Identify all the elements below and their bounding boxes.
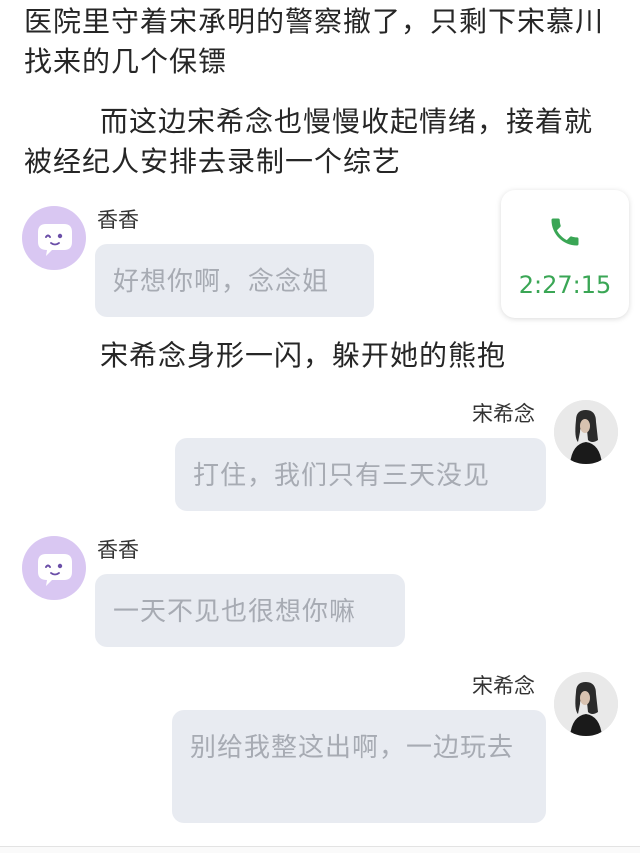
story-paragraph-2: 而这边宋希念也慢慢收起情绪，接着就被经纪人安排去录制一个综艺 [24, 105, 594, 178]
bottom-bar [0, 846, 640, 853]
avatar[interactable] [22, 206, 86, 270]
sender-name: 香香 [97, 538, 139, 562]
photo-avatar-icon [554, 400, 618, 464]
cartoon-avatar-icon [38, 224, 72, 256]
avatar[interactable] [554, 672, 618, 736]
sender-name: 宋希念 [472, 402, 535, 426]
cartoon-avatar-icon [38, 554, 72, 586]
sender-name: 香香 [97, 208, 139, 232]
message-bubble[interactable]: 一天不见也很想你嘛 [95, 574, 405, 647]
photo-avatar-icon [554, 672, 618, 736]
story-paragraph-1: 医院里守着宋承明的警察撤了，只剩下宋慕川找来的几个保镖 [24, 5, 605, 78]
call-duration: 2:27:15 [518, 271, 612, 299]
sender-name: 宋希念 [472, 674, 535, 698]
story-page: 医院里守着宋承明的警察撤了，只剩下宋慕川找来的几个保镖 而这边宋希念也慢慢收起情… [0, 0, 640, 853]
message-bubble[interactable]: 打住，我们只有三天没见 [175, 438, 546, 511]
story-paragraph-3: 宋希念身形一闪，躲开她的熊抱 [100, 339, 507, 372]
avatar[interactable] [554, 400, 618, 464]
call-duration-card[interactable]: 2:27:15 [501, 190, 629, 318]
avatar[interactable] [22, 536, 86, 600]
message-bubble[interactable]: 好想你啊，念念姐 [95, 244, 374, 317]
message-bubble[interactable]: 别给我整这出啊，一边玩去 [172, 710, 546, 823]
phone-icon [551, 218, 579, 246]
